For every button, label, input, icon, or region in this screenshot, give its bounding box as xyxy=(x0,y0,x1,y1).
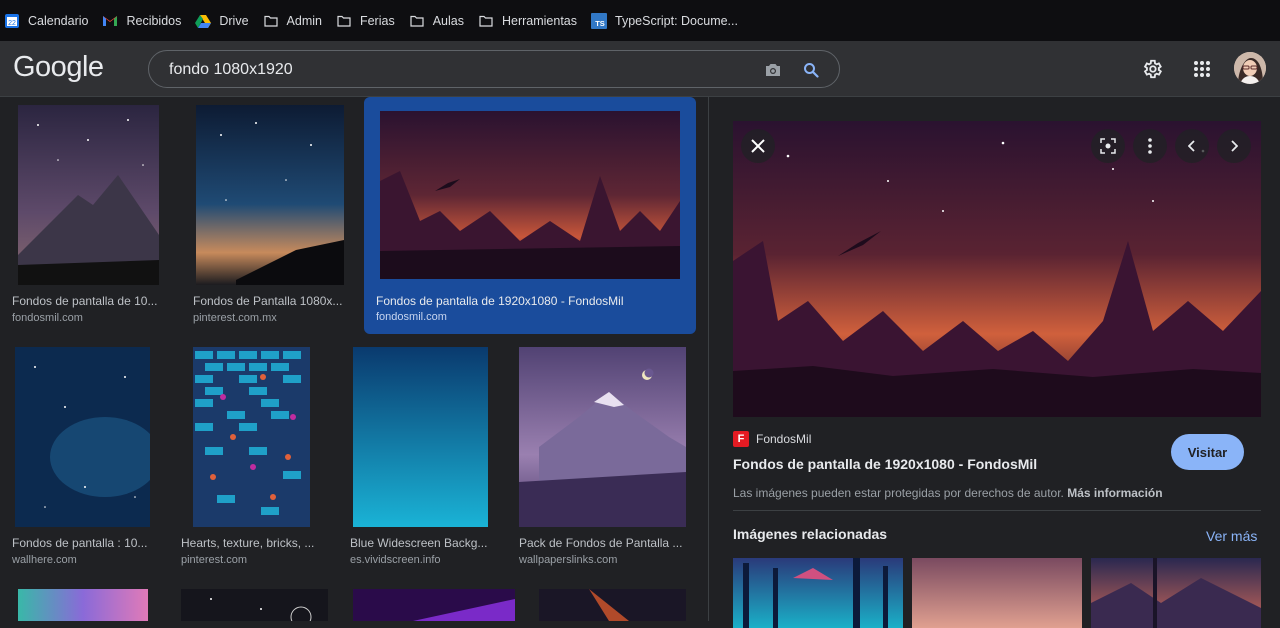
chevron-right-icon[interactable] xyxy=(1217,129,1251,163)
image-result[interactable] xyxy=(18,589,148,621)
calendar-badge: 22 xyxy=(8,20,16,27)
result-thumbnail[interactable] xyxy=(519,347,686,527)
result-title[interactable]: Pack de Fondos de Pantalla ... xyxy=(519,536,689,550)
result-source: es.vividscreen.info xyxy=(350,554,441,566)
result-title[interactable]: Hearts, texture, bricks, ... xyxy=(181,536,321,550)
see-more-link[interactable]: Ver más xyxy=(1206,528,1257,544)
result-source: pinterest.com xyxy=(181,554,248,566)
image-result-selected[interactable]: Fondos de pantalla de 1920x1080 - Fondos… xyxy=(364,97,696,334)
bookmark-ferias[interactable]: Ferias xyxy=(336,7,403,35)
bookmark-aulas[interactable]: Aulas xyxy=(409,7,472,35)
image-results-grid: Fondos de pantalla de 10... fondosmil.co… xyxy=(0,97,708,621)
bookmark-label: Aulas xyxy=(432,13,464,28)
result-title[interactable]: Fondos de pantalla de 10... xyxy=(12,294,162,308)
result-thumbnail[interactable] xyxy=(353,347,488,527)
bookmark-drive[interactable]: Drive xyxy=(195,7,256,35)
image-result[interactable] xyxy=(181,589,328,621)
result-source: fondosmil.com xyxy=(376,311,447,323)
avatar[interactable] xyxy=(1234,52,1266,84)
result-source: wallpaperslinks.com xyxy=(519,554,618,566)
copyright-notice: Las imágenes pueden estar protegidas por… xyxy=(733,486,1163,500)
camera-icon[interactable] xyxy=(762,59,784,81)
image-result[interactable]: Pack de Fondos de Pantalla ... wallpaper… xyxy=(519,347,691,569)
search-icon[interactable] xyxy=(800,59,822,81)
image-result[interactable]: Fondos de pantalla de 10... fondosmil.co… xyxy=(12,105,162,333)
bookmarks-bar: 22 Calendario Recibidos Drive Admin Feri… xyxy=(0,0,1280,41)
result-thumbnail[interactable] xyxy=(380,111,680,279)
result-thumbnail[interactable] xyxy=(15,347,150,527)
image-result[interactable]: Blue Widescreen Backg... es.vividscreen.… xyxy=(350,347,495,569)
related-images-heading: Imágenes relacionadas xyxy=(733,526,888,542)
gmail-icon xyxy=(102,13,118,29)
image-result[interactable] xyxy=(539,589,686,621)
folder-icon xyxy=(336,13,352,29)
bookmark-calendario[interactable]: 22 Calendario xyxy=(4,7,96,35)
bookmark-typescript[interactable]: TS TypeScript: Docume... xyxy=(591,7,746,35)
bookmark-admin[interactable]: Admin xyxy=(263,7,330,35)
image-result[interactable]: Fondos de pantalla : 10... wallhere.com xyxy=(12,347,162,569)
related-image[interactable] xyxy=(1091,558,1261,628)
source-row[interactable]: F FondosMil xyxy=(733,431,811,447)
folder-icon xyxy=(478,13,494,29)
image-result[interactable]: Hearts, texture, bricks, ... pinterest.c… xyxy=(181,347,321,569)
more-options-icon[interactable] xyxy=(1133,129,1167,163)
preview-image[interactable] xyxy=(733,121,1261,417)
apps-grid-icon[interactable] xyxy=(1188,55,1216,83)
result-thumbnail[interactable] xyxy=(18,589,148,621)
bookmark-label: TypeScript: Docume... xyxy=(615,13,738,28)
folder-icon xyxy=(409,13,425,29)
bookmark-label: Calendario xyxy=(28,13,89,28)
close-icon[interactable] xyxy=(741,129,775,163)
bookmark-label: Drive xyxy=(219,13,249,28)
result-title[interactable]: Fondos de pantalla de 1920x1080 - Fondos… xyxy=(376,294,688,308)
copyright-text: Las imágenes pueden estar protegidas por… xyxy=(733,486,1064,500)
search-box[interactable] xyxy=(148,50,840,88)
source-logo: F xyxy=(733,431,749,447)
folder-icon xyxy=(263,13,279,29)
more-info-link[interactable]: Más información xyxy=(1067,486,1162,500)
related-image[interactable] xyxy=(733,558,903,628)
chevron-left-icon[interactable] xyxy=(1175,129,1209,163)
bookmark-label: Ferias xyxy=(359,13,395,28)
result-title[interactable]: Fondos de Pantalla 1080x... xyxy=(193,294,345,308)
result-title[interactable]: Fondos de pantalla : 10... xyxy=(12,536,162,550)
image-result[interactable]: Fondos de Pantalla 1080x... pinterest.co… xyxy=(193,105,348,333)
bookmark-recibidos[interactable]: Recibidos xyxy=(102,7,189,35)
result-title[interactable]: Blue Widescreen Backg... xyxy=(350,536,493,550)
calendar-icon: 22 xyxy=(4,13,20,29)
result-thumbnail[interactable] xyxy=(196,105,344,285)
result-source: fondosmil.com xyxy=(12,312,83,324)
preview-title[interactable]: Fondos de pantalla de 1920x1080 - Fondos… xyxy=(733,456,1037,472)
lens-search-icon[interactable] xyxy=(1091,129,1125,163)
related-image[interactable] xyxy=(912,558,1082,628)
preview-panel: F FondosMil Fondos de pantalla de 1920x1… xyxy=(708,97,1280,628)
result-thumbnail[interactable] xyxy=(193,347,310,527)
image-result[interactable] xyxy=(353,589,515,621)
drive-icon xyxy=(195,13,212,29)
source-name[interactable]: FondosMil xyxy=(756,432,811,446)
search-input[interactable] xyxy=(169,59,729,81)
bookmark-herramientas[interactable]: Herramientas xyxy=(478,7,585,35)
result-source: pinterest.com.mx xyxy=(193,312,277,324)
divider xyxy=(733,510,1261,511)
result-thumbnail[interactable] xyxy=(539,589,686,621)
bookmark-label: Herramientas xyxy=(501,13,578,28)
result-thumbnail[interactable] xyxy=(181,589,328,621)
result-thumbnail[interactable] xyxy=(18,105,159,285)
result-source: wallhere.com xyxy=(12,554,77,566)
typescript-badge: TS xyxy=(595,19,605,28)
result-thumbnail[interactable] xyxy=(353,589,515,621)
visit-button[interactable]: Visitar xyxy=(1171,434,1244,470)
gear-icon[interactable] xyxy=(1138,55,1166,83)
typescript-icon: TS xyxy=(591,12,608,29)
google-logo[interactable]: Google xyxy=(13,51,104,84)
bookmark-label: Admin xyxy=(286,13,322,28)
bookmark-label: Recibidos xyxy=(126,13,182,28)
search-header: Google xyxy=(0,41,1280,97)
